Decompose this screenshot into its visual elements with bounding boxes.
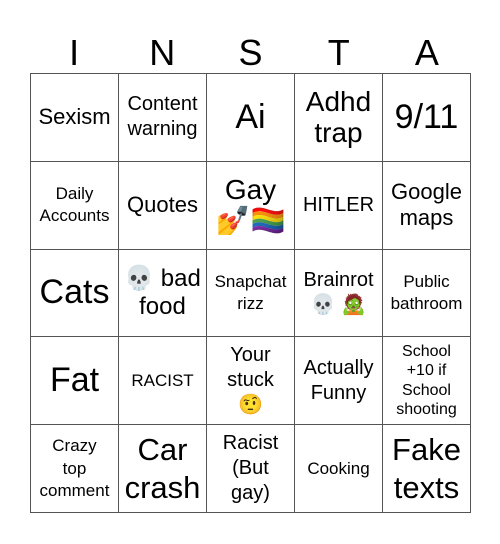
bingo-cell[interactable]: Public bathroom: [383, 249, 471, 338]
cell-label: Fat: [49, 361, 100, 400]
bingo-cell[interactable]: Racist (But gay): [207, 425, 295, 513]
bingo-cell[interactable]: School +10 if School shooting: [383, 337, 471, 426]
cell-label: Daily Accounts: [39, 184, 110, 226]
bingo-cell[interactable]: Actually Funny: [295, 337, 383, 426]
header-letter-n: N: [149, 31, 176, 73]
cell-label: Fake texts: [392, 432, 461, 505]
cell-label: RACIST: [131, 370, 194, 390]
bingo-cell[interactable]: RACIST: [119, 337, 207, 426]
bingo-cell[interactable]: Fake texts: [383, 425, 471, 513]
cell-label: Brainrot 💀 🧟: [303, 268, 374, 316]
cell-label: School +10 if School shooting: [396, 342, 457, 419]
cell-label: 💀 bad food: [124, 265, 201, 320]
cell-label: Sexism: [38, 104, 111, 130]
bingo-cell[interactable]: Ai: [207, 74, 295, 162]
cell-label: Quotes: [127, 192, 198, 217]
bingo-cell[interactable]: Gay 💅🏳️‍🌈: [207, 161, 295, 250]
bingo-cell[interactable]: Crazy top comment: [31, 425, 119, 513]
header-letter-t: T: [327, 31, 350, 73]
bingo-cell[interactable]: Content warning: [119, 74, 207, 162]
cell-label: Ai: [235, 97, 266, 136]
bingo-cell[interactable]: HITLER: [295, 161, 383, 250]
cell-label: Snapchat rizz: [214, 271, 287, 313]
bingo-cell[interactable]: Google maps: [383, 161, 471, 250]
cell-label: Car crash: [124, 432, 201, 505]
bingo-cell[interactable]: Sexism: [31, 74, 119, 162]
bingo-cell[interactable]: Your stuck 🤨: [207, 337, 295, 426]
cell-label: Content warning: [127, 93, 198, 141]
cell-label: Actually Funny: [303, 356, 374, 404]
cell-label: Your stuck 🤨: [227, 344, 274, 417]
cell-label: Racist (But gay): [222, 432, 279, 505]
bingo-cell[interactable]: Brainrot 💀 🧟: [295, 249, 383, 338]
cell-label: HITLER: [302, 193, 375, 216]
cell-label: Public bathroom: [390, 271, 463, 313]
cell-label: Gay 💅🏳️‍🌈: [215, 173, 286, 237]
bingo-cell[interactable]: Car crash: [119, 425, 207, 513]
cell-label: Google maps: [391, 178, 462, 231]
bingo-cell[interactable]: Fat: [31, 337, 119, 426]
cell-label: Adhd trap: [305, 86, 372, 149]
bingo-cell[interactable]: Cooking: [295, 425, 383, 513]
bingo-header: I N S T A: [30, 30, 471, 73]
bingo-grid: Sexism Content warning Ai Adhd trap 9/11…: [30, 73, 471, 513]
cell-label: Cooking: [307, 458, 370, 478]
bingo-cell[interactable]: 9/11: [383, 74, 471, 162]
bingo-cell[interactable]: Snapchat rizz: [207, 249, 295, 338]
header-letter-i: I: [69, 31, 80, 73]
bingo-cell[interactable]: 💀 bad food: [119, 249, 207, 338]
bingo-cell[interactable]: Quotes: [119, 161, 207, 250]
bingo-cell[interactable]: Adhd trap: [295, 74, 383, 162]
bingo-cell[interactable]: Cats: [31, 249, 119, 338]
header-letter-s: S: [238, 31, 263, 73]
cell-label: 9/11: [394, 97, 459, 136]
cell-label: Cats: [39, 273, 110, 312]
cell-label: Crazy top comment: [39, 436, 110, 500]
header-letter-a: A: [414, 31, 439, 73]
bingo-cell[interactable]: Daily Accounts: [31, 161, 119, 250]
